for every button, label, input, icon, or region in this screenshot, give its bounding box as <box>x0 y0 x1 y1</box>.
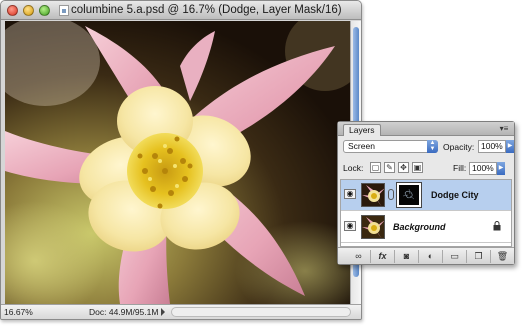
opacity-field[interactable]: 100% <box>478 140 506 153</box>
lock-row: Lock: ▢ ✎ ✥ ▣ Fill: 100% ▶ <box>343 162 510 175</box>
footer-divider <box>442 250 443 263</box>
adjustment-layer-icon[interactable]: ◐ <box>424 251 437 262</box>
fill-slider-arrow-icon[interactable]: ▶ <box>497 162 505 175</box>
lock-transparency-icon[interactable]: ▢ <box>370 162 381 173</box>
title-bar[interactable]: columbine 5.a.psd @ 16.7% (Dodge, Layer … <box>1 1 361 20</box>
link-layers-icon[interactable]: ∞ <box>352 251 365 262</box>
layer-mask-thumbnail[interactable] <box>396 182 422 208</box>
layer-name[interactable]: Dodge City <box>431 190 479 200</box>
footer-divider <box>490 250 491 263</box>
footer-divider <box>394 250 395 263</box>
minimize-button[interactable] <box>23 5 34 16</box>
document-icon <box>59 5 69 16</box>
close-button[interactable] <box>7 5 18 16</box>
document-window: columbine 5.a.psd @ 16.7% (Dodge, Layer … <box>0 0 362 320</box>
layer-row-dodge-city[interactable]: ◉ Dodge City <box>341 180 511 211</box>
mask-link-icon[interactable] <box>388 189 394 200</box>
add-mask-icon[interactable]: ◙ <box>400 251 413 262</box>
lock-icon <box>493 221 501 231</box>
opacity-label: Opacity: <box>443 142 475 152</box>
status-bar: 16.67% Doc: 44.9M/95.1M <box>1 304 361 319</box>
footer-divider <box>418 250 419 263</box>
layer-thumbnail[interactable] <box>361 215 385 239</box>
trash-icon[interactable]: 🗑 <box>496 251 509 262</box>
blend-mode-stepper-icon: ▲ ▼ <box>427 140 438 153</box>
image-canvas[interactable] <box>5 21 351 304</box>
blend-mode-select[interactable]: Screen ▲ ▼ <box>343 140 438 153</box>
fill-field[interactable]: 100% <box>469 162 497 175</box>
layer-name[interactable]: Background <box>393 222 446 232</box>
lock-all-icon[interactable]: ▣ <box>412 162 423 173</box>
new-group-folder-icon[interactable]: ▭ <box>448 251 461 262</box>
lock-image-icon[interactable]: ✎ <box>384 162 395 173</box>
new-layer-icon[interactable]: ❐ <box>472 251 485 262</box>
layers-panel: Layers ▾≡ Screen ▲ ▼ Opacity: 100% ▶ Lock… <box>337 121 515 265</box>
visibility-eye-icon[interactable]: ◉ <box>344 189 356 199</box>
visibility-eye-icon[interactable]: ◉ <box>344 221 356 231</box>
blend-mode-value: Screen <box>348 141 375 151</box>
horizontal-scrollbar[interactable] <box>171 307 351 317</box>
fill-label: Fill: <box>453 163 467 173</box>
layer-row-background[interactable]: ◉ Background <box>341 212 511 243</box>
zoom-button[interactable] <box>39 5 50 16</box>
panel-footer: ∞ fx ◙ ◐ ▭ ❐ 🗑 <box>338 247 514 264</box>
tab-layers[interactable]: Layers <box>343 124 381 136</box>
zoom-level-field[interactable]: 16.67% <box>4 307 44 318</box>
document-size-readout: Doc: 44.9M/95.1M <box>89 307 159 317</box>
lock-label: Lock: <box>343 163 364 173</box>
panel-header[interactable]: Layers ▾≡ <box>338 122 514 136</box>
footer-divider <box>370 250 371 263</box>
fx-icon[interactable]: fx <box>376 251 389 262</box>
lock-position-icon[interactable]: ✥ <box>398 162 409 173</box>
footer-divider <box>466 250 467 263</box>
window-title: columbine 5.a.psd @ 16.7% (Dodge, Layer … <box>71 4 342 16</box>
opacity-slider-arrow-icon[interactable]: ▶ <box>506 140 514 153</box>
status-menu-arrow-icon[interactable] <box>161 308 165 316</box>
layer-list: ◉ Dodge City ◉ Background <box>340 179 512 247</box>
columbine-photo <box>5 21 351 304</box>
layer-thumbnail[interactable] <box>361 183 385 207</box>
panel-menu-icon[interactable]: ▾≡ <box>499 125 509 133</box>
